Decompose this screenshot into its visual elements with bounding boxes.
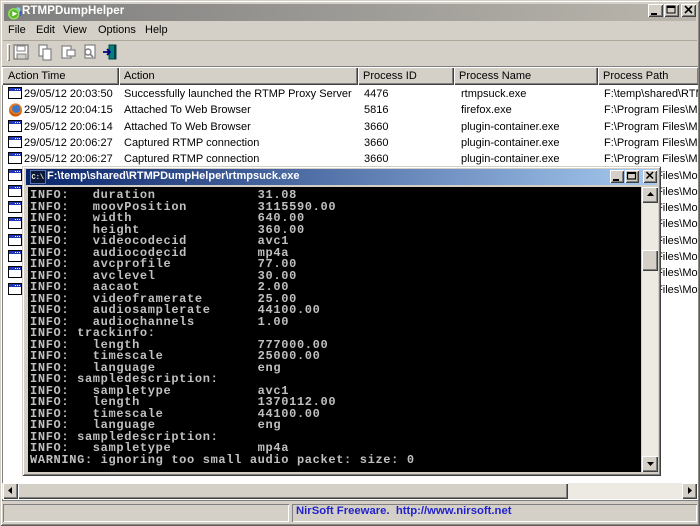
svg-text:C:\: C:\ bbox=[32, 174, 45, 182]
